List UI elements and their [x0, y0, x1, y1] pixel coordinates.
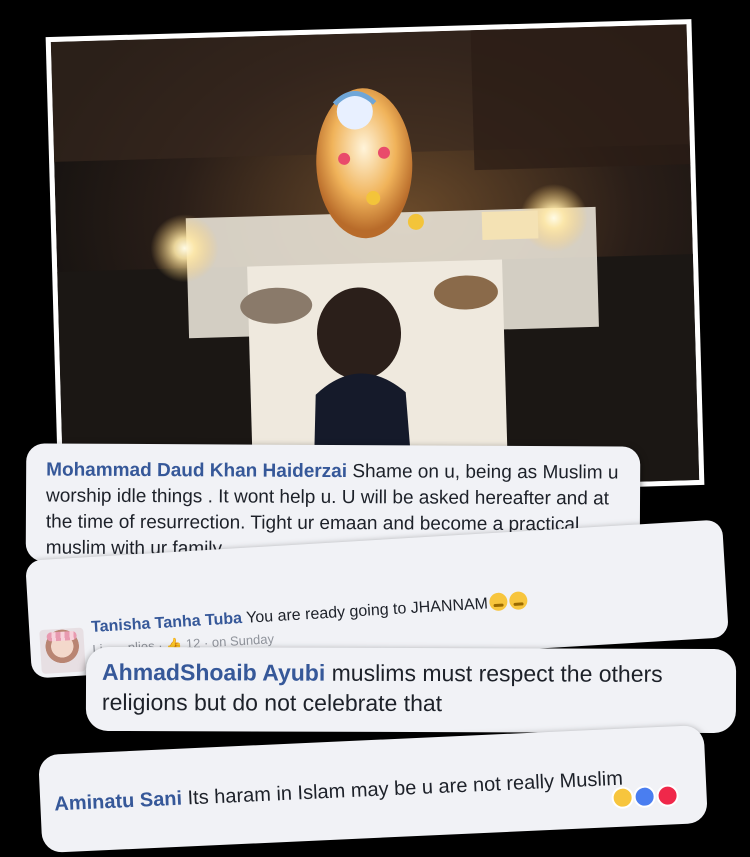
- haha-reaction-icon: [611, 786, 635, 810]
- comment-body: Aminatu Sani Its haram in Islam may be u…: [54, 763, 655, 818]
- comment-author[interactable]: Mohammad Daud Khan Haiderzai: [46, 459, 347, 482]
- comment-author[interactable]: Tanisha Tanha Tuba: [91, 610, 243, 636]
- avatar[interactable]: [39, 627, 86, 675]
- altar-photo-image: [50, 24, 700, 498]
- sad-emoji-icon: [509, 591, 529, 611]
- comment-text: You are ready going to JHANNAM: [245, 595, 489, 627]
- comment-4: Aminatu Sani Its haram in Islam may be u…: [38, 724, 708, 854]
- comment-author[interactable]: AhmadShoaib Ayubi: [102, 659, 325, 686]
- comment-body: Tanisha Tanha Tuba You are ready going t…: [91, 591, 529, 637]
- comment-author[interactable]: Aminatu Sani: [54, 788, 183, 816]
- flower-crown-icon: [46, 630, 77, 642]
- comment-3: AhmadShoaib Ayubi muslims must respect t…: [85, 646, 737, 734]
- love-reaction-icon: [656, 784, 680, 808]
- sad-emoji-icon: [489, 592, 509, 612]
- post-photo[interactable]: [45, 19, 705, 503]
- reaction-icons[interactable]: [611, 784, 680, 815]
- comment-text: Its haram in Islam may be u are not real…: [187, 767, 624, 810]
- like-reaction-icon: [633, 785, 657, 809]
